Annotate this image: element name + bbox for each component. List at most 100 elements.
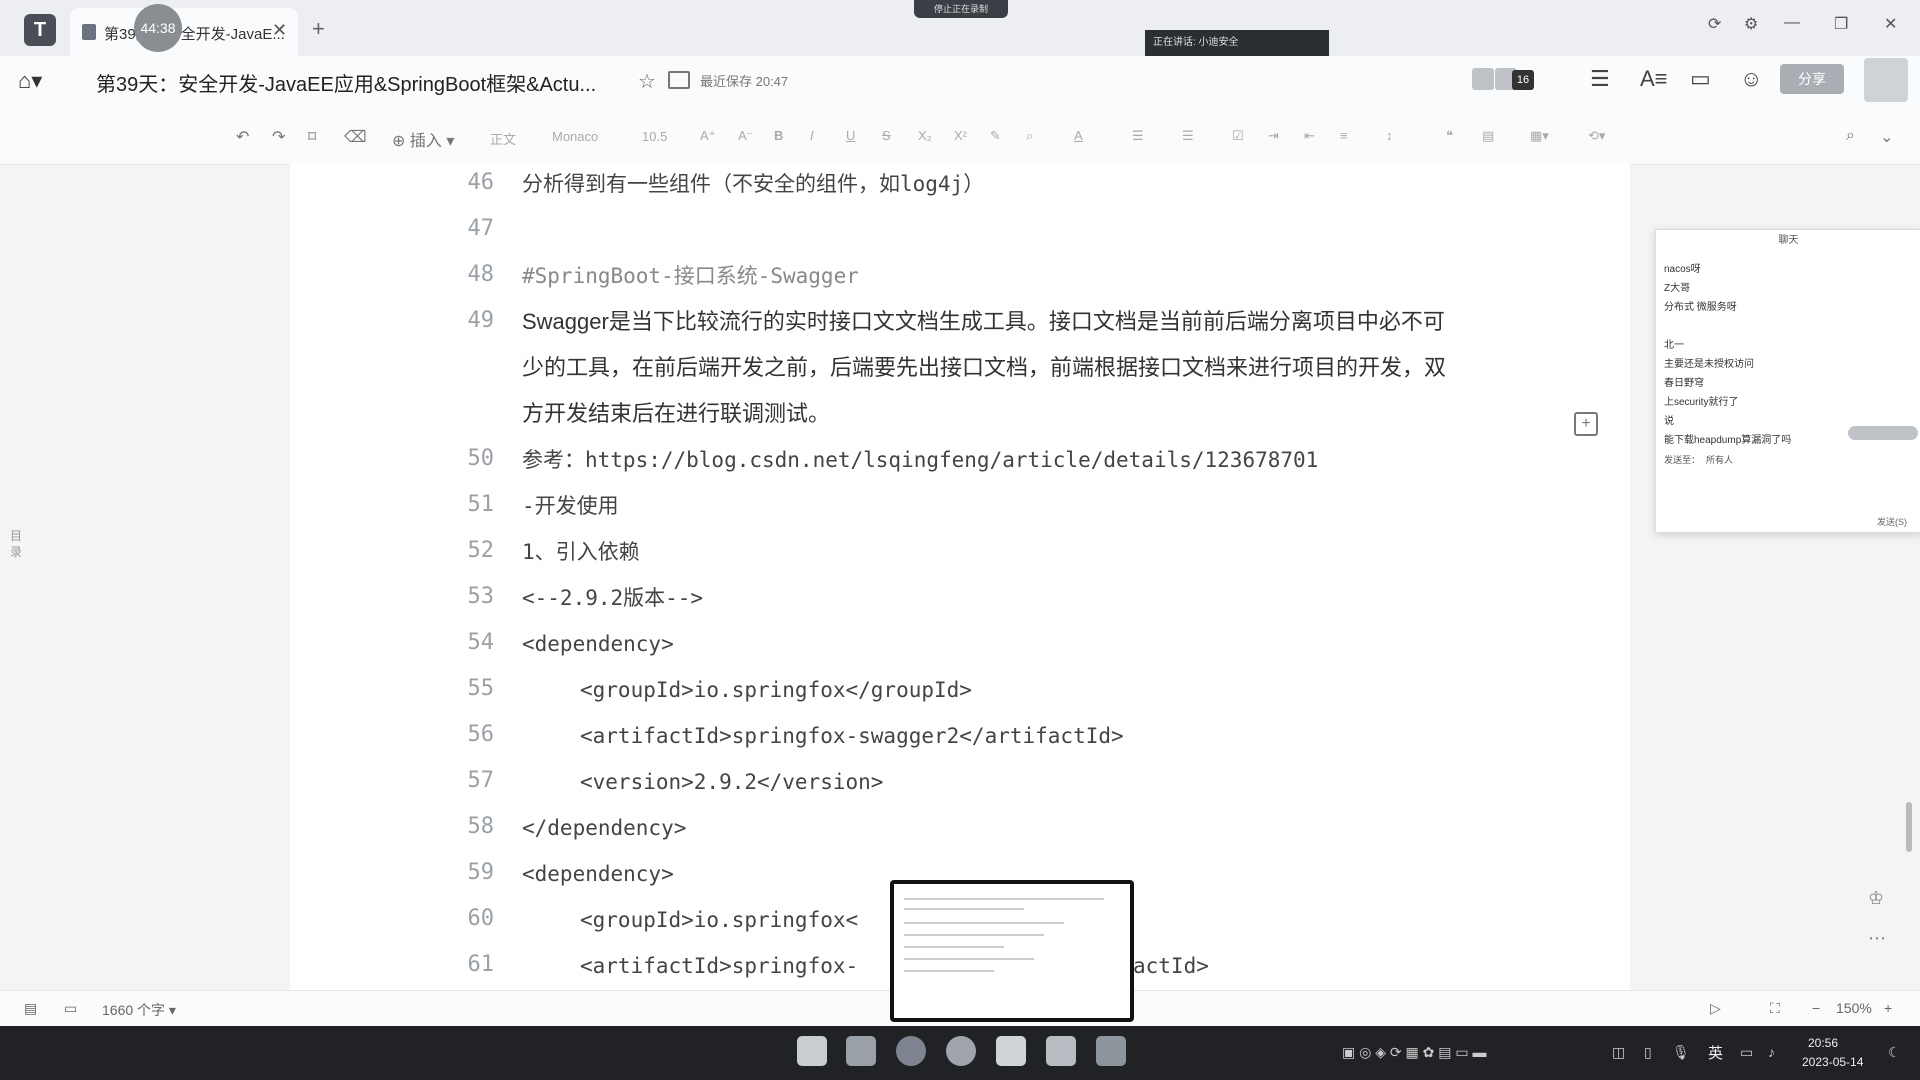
table-icon[interactable]: ▦▾ (1530, 128, 1549, 144)
text-format-icon[interactable]: A≡ (1640, 66, 1668, 92)
chat-send-button[interactable]: 发送(S) (1877, 515, 1907, 528)
superscript-icon[interactable]: X² (954, 128, 967, 143)
strikethrough-icon[interactable]: S (882, 128, 891, 143)
minimize-icon[interactable]: — (1784, 14, 1800, 32)
refresh-icon[interactable]: ⟳ (1708, 14, 1721, 34)
outline-toggle-icon[interactable]: 目录 (10, 528, 26, 560)
document-page[interactable]: 46 分析得到有一些组件（不安全的组件，如log4j） 47 48 #Sprin… (290, 164, 1630, 990)
window-close-icon[interactable]: ✕ (1884, 14, 1897, 34)
line-text[interactable]: </dependency> (522, 810, 686, 846)
line-text[interactable]: 1、引入依赖 (522, 534, 640, 570)
outdent-icon[interactable]: ⇤ (1304, 128, 1315, 144)
star-icon[interactable]: ☆ (638, 69, 656, 94)
line-text[interactable]: Swagger是当下比较流行的实时接口文文档生成工具。接口文档是当前前后端分离项… (522, 299, 1462, 437)
highlight-icon[interactable]: ✎ (990, 128, 1001, 144)
font-grow-icon[interactable]: A⁺ (700, 128, 716, 144)
tab-document[interactable]: 第39天：安全开发-JavaE... ✕ (70, 8, 298, 56)
line-text[interactable]: 参考：https://blog.csdn.net/lsqingfeng/arti… (522, 442, 1318, 478)
line-text[interactable]: <groupId>io.springfox< (580, 902, 858, 938)
file-explorer-icon[interactable] (846, 1036, 876, 1066)
chevron-down-icon[interactable]: ⌄ (1880, 127, 1893, 147)
marker-icon[interactable]: ⌕ (1026, 128, 1033, 144)
zoom-out-icon[interactable]: − (1812, 1000, 1820, 1016)
user-share-icon[interactable]: ☺ (1740, 66, 1762, 92)
settings-icon[interactable]: ⚙ (1744, 14, 1758, 34)
window-preview[interactable] (890, 880, 1134, 1022)
scrollbar[interactable] (1906, 802, 1912, 852)
chrome-icon[interactable] (946, 1036, 976, 1066)
input-method[interactable]: 英 (1708, 1042, 1723, 1063)
present-icon[interactable]: ▭ (1690, 66, 1711, 92)
close-icon[interactable]: ✕ (272, 20, 287, 41)
restore-icon[interactable]: ❐ (1834, 14, 1848, 34)
word-count[interactable]: 1660 个字 ▾ (102, 1000, 176, 1020)
avatar[interactable] (1864, 58, 1908, 102)
new-tab-button[interactable]: + (312, 16, 325, 42)
folder-icon[interactable] (668, 71, 690, 89)
web-view-icon[interactable]: ▭ (64, 1000, 77, 1017)
terminal-icon[interactable] (1096, 1036, 1126, 1066)
insert-button[interactable]: ⊕ 插入 ▾ (392, 127, 454, 151)
add-comment-icon[interactable]: + (1574, 412, 1598, 436)
play-icon[interactable]: ▷ (1710, 1000, 1721, 1017)
display-icon[interactable]: ▭ (1740, 1044, 1753, 1061)
indent-icon[interactable]: ⇥ (1268, 128, 1279, 144)
line-text[interactable]: <groupId>io.springfox</groupId> (580, 672, 972, 708)
italic-icon[interactable]: I (810, 128, 814, 143)
line-text[interactable]: -开发使用 (522, 488, 619, 524)
microphone-icon[interactable]: 🎙 (1672, 1044, 1690, 1061)
more-icon[interactable]: ⋯ (1868, 928, 1886, 949)
font-size-select[interactable]: 10.5 (642, 129, 667, 144)
checklist-icon[interactable]: ☑ (1232, 128, 1244, 144)
record-pill[interactable]: 停止正在录制 (914, 0, 1008, 18)
quote-icon[interactable]: ❝ (1446, 128, 1453, 144)
bullet-list-icon[interactable]: ☰ (1132, 128, 1144, 144)
redo-icon[interactable]: ↷ (272, 127, 285, 147)
line-text[interactable]: 分析得到有一些组件（不安全的组件，如log4j） (522, 166, 984, 202)
format-painter-icon[interactable]: ⌑ (308, 127, 316, 147)
chat-window[interactable]: 聊天 nacos呀 Z大哥 分布式 微服务呀 北一 主要还是未授权访问 春日野穹… (1655, 229, 1920, 533)
app-logo-icon[interactable]: T (24, 14, 56, 46)
chat-recipient-select[interactable]: 所有人 (1706, 453, 1733, 466)
docs-app-icon[interactable] (996, 1036, 1026, 1066)
tray-icons[interactable]: ▣ ◎ ◈ ⟳ ▦ ✿ ▤ ▭ ▬ (1342, 1044, 1486, 1061)
document-title[interactable]: 第39天：安全开发-JavaEE应用&SpringBoot框架&Actu... (96, 68, 596, 97)
font-color-icon[interactable]: A (1074, 128, 1083, 143)
line-spacing-icon[interactable]: ↕ (1386, 128, 1393, 143)
plugin-icon[interactable]: ⟲▾ (1588, 128, 1605, 144)
line-text[interactable]: #SpringBoot-接口系统-Swagger (522, 258, 859, 294)
share-button[interactable]: 分享 (1780, 64, 1844, 94)
clock-date[interactable]: 2023-05-14 (1802, 1055, 1863, 1069)
numbered-list-icon[interactable]: ☰ (1182, 128, 1194, 144)
edge-icon[interactable] (896, 1036, 926, 1066)
paragraph-style-select[interactable]: 正文 (490, 129, 516, 148)
page-view-icon[interactable]: ▤ (24, 1000, 37, 1017)
undo-icon[interactable]: ↶ (236, 127, 249, 147)
font-shrink-icon[interactable]: A⁻ (738, 128, 754, 144)
line-text[interactable]: <dependency> (522, 856, 674, 892)
align-icon[interactable]: ≡ (1340, 128, 1348, 143)
line-text[interactable]: <artifactId>springfox-swagger2</artifact… (580, 718, 1124, 754)
search-icon[interactable]: ⌕ (1846, 127, 1855, 145)
zoom-level[interactable]: 150% (1836, 1000, 1872, 1016)
theme-icon[interactable]: ♔ (1868, 888, 1884, 909)
zoom-in-icon[interactable]: + (1884, 1000, 1892, 1016)
fullscreen-icon[interactable]: ⛶ (1770, 1000, 1780, 1017)
line-text-tail[interactable]: actId> (1133, 948, 1209, 984)
code-block-icon[interactable]: ▤ (1482, 128, 1494, 144)
subscript-icon[interactable]: X₂ (918, 128, 932, 143)
eraser-icon[interactable]: ⌫ (344, 127, 367, 147)
line-text[interactable]: <artifactId>springfox- (580, 948, 858, 984)
notification-icon[interactable]: ☾ (1888, 1044, 1901, 1061)
start-icon[interactable] (797, 1036, 827, 1066)
home-icon[interactable]: ⌂▾ (18, 68, 42, 94)
line-text[interactable]: <version>2.9.2</version> (580, 764, 883, 800)
meeting-app-icon[interactable] (1046, 1036, 1076, 1066)
menu-icon[interactable]: ☰ (1590, 66, 1610, 92)
bold-icon[interactable]: B (774, 128, 783, 143)
volume-icon[interactable]: ♪ (1768, 1044, 1775, 1060)
line-text[interactable]: <dependency> (522, 626, 674, 662)
underline-icon[interactable]: U (846, 128, 855, 143)
tray-network-icon[interactable]: ◫ (1612, 1044, 1625, 1061)
line-text[interactable]: <--2.9.2版本--> (522, 580, 703, 616)
